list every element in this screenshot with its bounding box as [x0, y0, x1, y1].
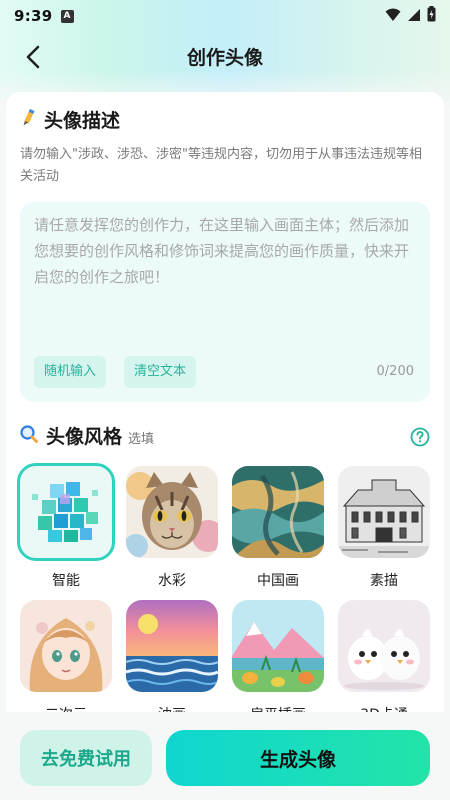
- style-item-3d-cartoon[interactable]: 3D卡通: [338, 600, 430, 724]
- style-item-sketch[interactable]: 素描: [338, 466, 430, 590]
- back-button[interactable]: [16, 40, 50, 74]
- question-icon: [410, 427, 430, 447]
- free-trial-button[interactable]: 去免费试用: [20, 730, 152, 786]
- compliance-note: 请勿输入"涉政、涉恐、涉密"等违规内容，切勿用于从事违法违规等相关活动: [20, 147, 422, 184]
- style-thumb-flat-illustration[interactable]: [232, 600, 324, 692]
- style-item-anime[interactable]: 二次元: [20, 600, 112, 724]
- optional-tag: 选填: [128, 432, 155, 447]
- style-thumb-oil-painting[interactable]: [126, 600, 218, 692]
- style-label: 中国画: [257, 573, 299, 589]
- style-thumb-smart[interactable]: [17, 463, 115, 561]
- wifi-icon: [385, 7, 401, 26]
- status-icons: [385, 6, 436, 26]
- style-item-watercolor[interactable]: 水彩: [126, 466, 218, 590]
- generate-avatar-button[interactable]: 生成头像: [166, 730, 430, 786]
- help-button[interactable]: [410, 427, 430, 451]
- style-item-smart[interactable]: 智能: [17, 463, 115, 590]
- chevron-left-icon: [26, 45, 40, 69]
- style-thumb-watercolor[interactable]: [126, 466, 218, 558]
- description-placeholder[interactable]: 请任意发挥您的创作力，在这里输入画面主体；然后添加您想要的创作风格和修饰词来提高…: [34, 212, 416, 290]
- style-item-chinese-painting[interactable]: 中国画: [232, 466, 324, 590]
- random-input-button[interactable]: 随机输入: [34, 356, 107, 388]
- bottom-action-bar: 去免费试用 生成头像: [0, 712, 450, 800]
- page-title: 创作头像: [186, 46, 263, 69]
- pencil-icon: [20, 108, 36, 132]
- notification-icon: A: [60, 9, 74, 23]
- battery-icon: [427, 6, 436, 26]
- style-label: 水彩: [158, 573, 186, 589]
- character-counter: 0/200: [376, 364, 414, 379]
- style-title-row: 头像风格 选填: [20, 422, 154, 449]
- description-title-row: 头像描述: [20, 106, 120, 133]
- style-item-oil-painting[interactable]: 油画: [126, 600, 218, 724]
- app-header: 创作头像: [0, 32, 450, 80]
- clear-text-button[interactable]: 清空文本: [124, 356, 197, 388]
- description-input-area[interactable]: 请任意发挥您的创作力，在这里输入画面主体；然后添加您想要的创作风格和修饰词来提高…: [20, 202, 430, 402]
- style-thumb-anime[interactable]: [20, 600, 112, 692]
- style-label: 素描: [370, 573, 398, 589]
- style-thumb-3d-cartoon[interactable]: [338, 600, 430, 692]
- status-time: 9:39: [14, 7, 53, 25]
- style-section-title: 头像风格: [46, 426, 123, 448]
- style-label: 智能: [52, 573, 80, 589]
- status-bar: 9:39 A: [0, 0, 450, 32]
- magnifier-icon: [20, 424, 38, 447]
- description-section-title: 头像描述: [44, 110, 121, 132]
- style-item-flat-illustration[interactable]: 扁平插画: [232, 600, 324, 724]
- main-card: 头像描述 请勿输入"涉政、涉恐、涉密"等违规内容，切勿用于从事违法违规等相关活动…: [6, 92, 444, 732]
- signal-icon: [407, 7, 421, 26]
- style-thumb-sketch[interactable]: [338, 466, 430, 558]
- style-thumb-chinese-painting[interactable]: [232, 466, 324, 558]
